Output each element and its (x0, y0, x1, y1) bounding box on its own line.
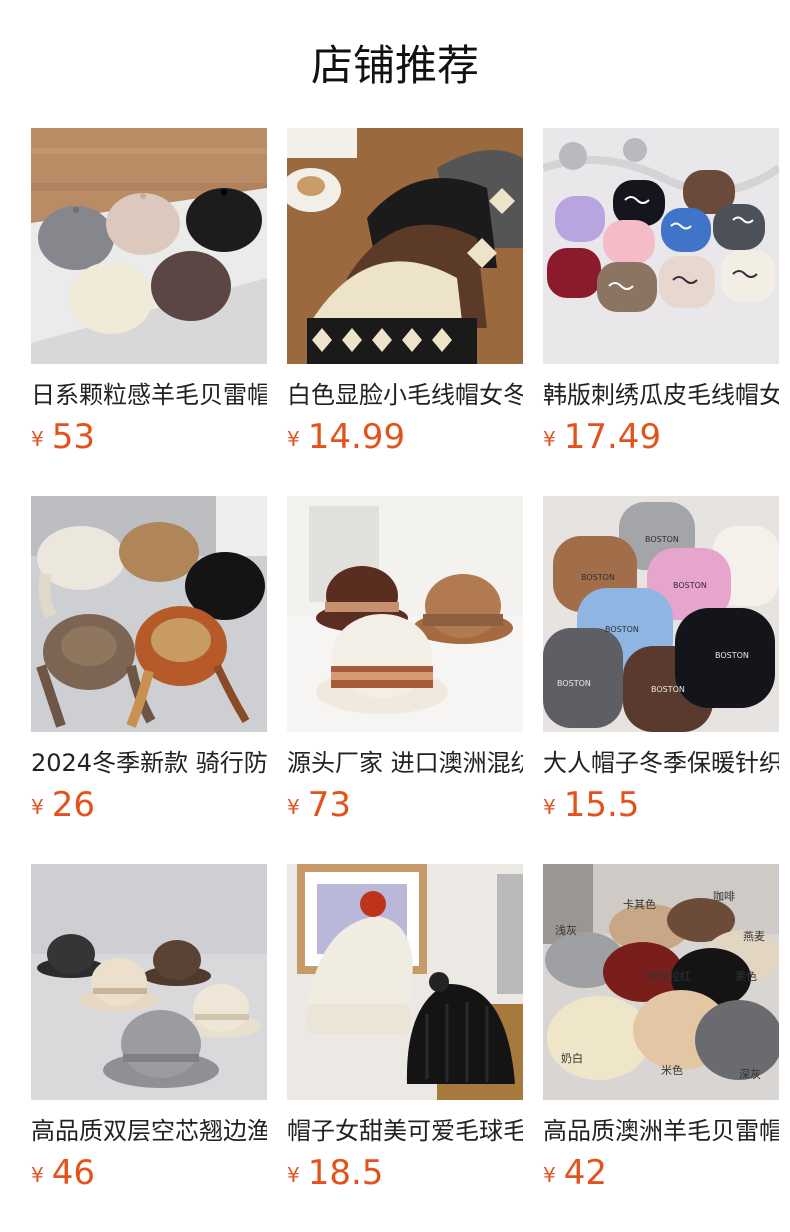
product-price: ¥18.5 (287, 1154, 523, 1192)
product-name[interactable]: 日系颗粒感羊毛贝雷帽 (31, 378, 267, 412)
product-card[interactable]: 帽子女甜美可爱毛球毛线 ¥18.5 (287, 864, 523, 1192)
image-color-label: 深灰 (739, 1068, 761, 1081)
currency-symbol: ¥ (287, 1163, 300, 1187)
product-card[interactable]: 2024冬季新款 骑行防风 ¥26 (31, 496, 267, 824)
product-name[interactable]: 2024冬季新款 骑行防风 (31, 746, 267, 780)
currency-symbol: ¥ (543, 795, 556, 819)
image-color-label: 米色 (661, 1064, 683, 1077)
product-image[interactable] (31, 496, 267, 732)
beanie-photo-icon (287, 128, 523, 364)
image-color-label: 燕麦 (743, 930, 765, 943)
beanie-photo-icon (543, 128, 779, 364)
image-color-label: 黑色 (735, 970, 757, 983)
product-image[interactable] (543, 128, 779, 364)
product-name[interactable]: 韩版刺绣瓜皮毛线帽女 (543, 378, 779, 412)
pompom-beanie-photo-icon (287, 864, 523, 1100)
image-color-label: 浅灰 (555, 924, 577, 937)
currency-symbol: ¥ (31, 1163, 44, 1187)
price-value: 53 (51, 417, 95, 457)
product-price: ¥14.99 (287, 418, 523, 456)
svg-text:BOSTON: BOSTON (651, 685, 685, 694)
svg-text:BOSTON: BOSTON (557, 679, 591, 688)
price-value: 73 (307, 785, 351, 825)
trapper-hat-photo-icon (31, 496, 267, 732)
product-card[interactable]: 源头厂家 进口澳洲混纺 ¥73 (287, 496, 523, 824)
image-color-label: 奶白 (561, 1052, 583, 1065)
svg-text:BOSTON: BOSTON (715, 651, 749, 660)
price-value: 14.99 (307, 417, 406, 457)
currency-symbol: ¥ (31, 795, 44, 819)
product-name[interactable]: 大人帽子冬季保暖针织帽 (543, 746, 779, 780)
product-name[interactable]: 高品质澳洲羊毛贝雷帽 (543, 1114, 779, 1148)
image-color-label: 卡其色 (623, 898, 656, 911)
product-price: ¥53 (31, 418, 267, 456)
product-image[interactable]: BOSTON BOSTON BOSTON BOSTON BOSTON BOSTO… (543, 496, 779, 732)
product-image[interactable] (31, 128, 267, 364)
price-value: 26 (51, 785, 95, 825)
price-value: 18.5 (307, 1153, 384, 1193)
bucket-hat-photo-icon (287, 496, 523, 732)
bucket-hat-photo-icon (31, 864, 267, 1100)
product-card[interactable]: BOSTON BOSTON BOSTON BOSTON BOSTON BOSTO… (543, 496, 779, 824)
product-card[interactable]: 卡其色 咖啡 浅灰 燕麦 安克拉红 黑色 奶白 米色 深灰 高品质澳洲羊毛贝雷帽… (543, 864, 779, 1192)
price-value: 42 (563, 1153, 607, 1193)
beret-photo-icon (31, 128, 267, 364)
product-price: ¥73 (287, 786, 523, 824)
beanie-photo-icon: BOSTON BOSTON BOSTON BOSTON BOSTON BOSTO… (543, 496, 779, 732)
image-color-label: 咖啡 (713, 890, 735, 903)
svg-text:BOSTON: BOSTON (581, 573, 615, 582)
image-color-label: 安克拉红 (647, 970, 691, 983)
price-value: 46 (51, 1153, 95, 1193)
product-price: ¥42 (543, 1154, 779, 1192)
product-name[interactable]: 帽子女甜美可爱毛球毛线 (287, 1114, 523, 1148)
currency-symbol: ¥ (543, 427, 556, 451)
product-price: ¥17.49 (543, 418, 779, 456)
svg-text:BOSTON: BOSTON (673, 581, 707, 590)
product-image[interactable] (31, 864, 267, 1100)
svg-text:BOSTON: BOSTON (645, 535, 679, 544)
product-image[interactable]: 卡其色 咖啡 浅灰 燕麦 安克拉红 黑色 奶白 米色 深灰 (543, 864, 779, 1100)
product-image[interactable] (287, 864, 523, 1100)
product-price: ¥15.5 (543, 786, 779, 824)
product-card[interactable]: 韩版刺绣瓜皮毛线帽女 ¥17.49 (543, 128, 779, 456)
price-value: 15.5 (563, 785, 640, 825)
product-name[interactable]: 白色显脸小毛线帽女冬 (287, 378, 523, 412)
svg-text:BOSTON: BOSTON (605, 625, 639, 634)
product-card[interactable]: 日系颗粒感羊毛贝雷帽 ¥53 (31, 128, 267, 456)
product-grid: 日系颗粒感羊毛贝雷帽 ¥53 白色显脸小毛线帽女冬 ¥ 14.99 韩版刺绣瓜皮… (31, 128, 779, 1192)
price-value: 17.49 (563, 417, 662, 457)
currency-symbol: ¥ (287, 795, 300, 819)
product-image[interactable] (287, 128, 523, 364)
currency-symbol: ¥ (287, 427, 300, 451)
product-price: ¥46 (31, 1154, 267, 1192)
currency-symbol: ¥ (543, 1163, 556, 1187)
product-card[interactable]: 白色显脸小毛线帽女冬 ¥14.99 (287, 128, 523, 456)
currency-symbol: ¥ (31, 427, 44, 451)
product-name[interactable]: 高品质双层空芯翘边渔夫 (31, 1114, 267, 1148)
section-title: 店铺推荐 (310, 41, 479, 90)
product-name[interactable]: 源头厂家 进口澳洲混纺 (287, 746, 523, 780)
product-card[interactable]: 高品质双层空芯翘边渔夫 ¥46 (31, 864, 267, 1192)
product-price: ¥26 (31, 786, 267, 824)
product-image[interactable] (287, 496, 523, 732)
